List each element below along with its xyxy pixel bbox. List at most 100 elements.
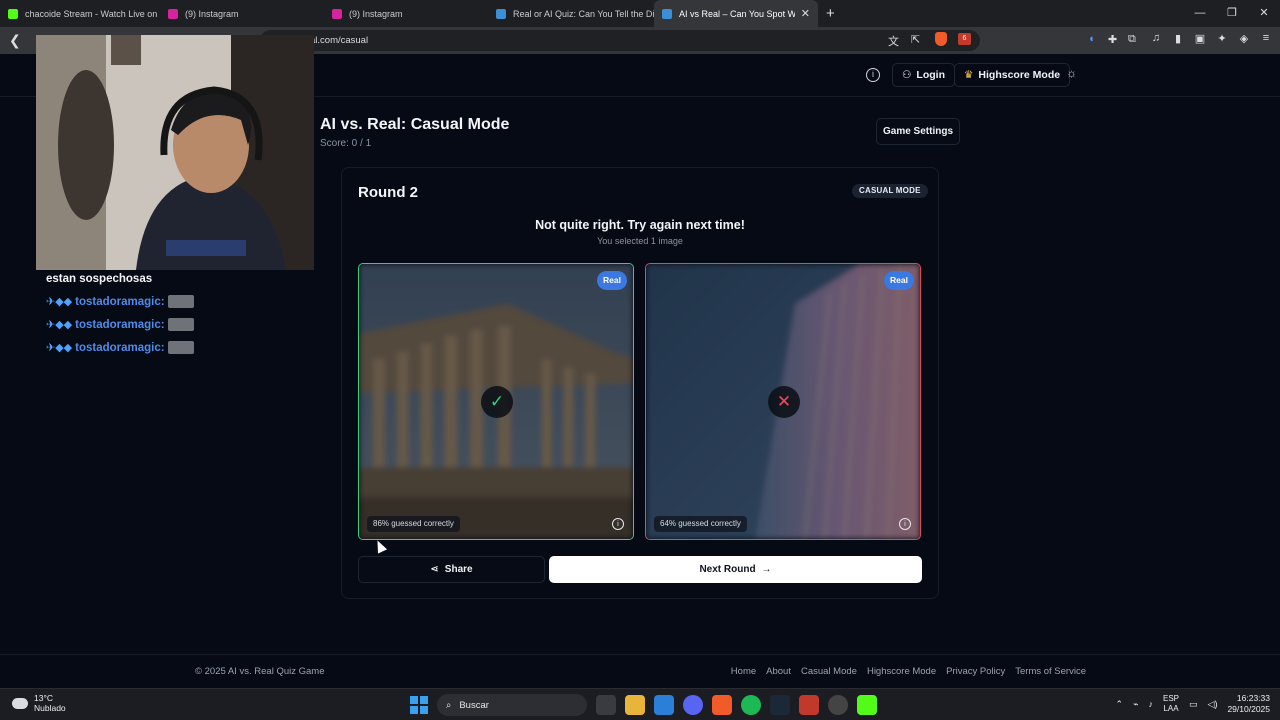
copyright: © 2025 AI vs. Real Quiz Game [195, 666, 325, 677]
round-title: Round 2 [358, 184, 418, 201]
chat-username: tostadoramagic: [75, 295, 165, 308]
chat-username: tostadoramagic: [75, 341, 165, 354]
footer-link-about[interactable]: About [766, 666, 791, 677]
close-window-icon[interactable]: ✕ [1248, 0, 1280, 27]
system-tray: ⌃ ⌁ ♪ ESP LAA ▭ ◁) 16:23:33 29/10/2025 [1116, 693, 1270, 715]
chat-emote-icon [167, 295, 194, 308]
browser-tab[interactable]: Real or AI Quiz: Can You Tell the Diffe [488, 0, 654, 27]
share-page-icon[interactable]: ⇱ [911, 33, 920, 46]
chat-message: ✈◆◆ tostadoramagic: [46, 336, 194, 359]
volume-icon[interactable]: ◁) [1208, 699, 1218, 710]
info-icon[interactable]: i [866, 68, 880, 82]
brave-icon[interactable] [712, 695, 732, 715]
steam-icon[interactable] [770, 695, 790, 715]
footer-link-home[interactable]: Home [731, 666, 756, 677]
mic-icon[interactable]: ♪ [1149, 699, 1154, 709]
chat-text: estan sospechosas [46, 272, 153, 285]
guessed-percentage: 86% guessed correctly [367, 516, 460, 532]
footer-link-terms-of-service[interactable]: Terms of Service [1015, 666, 1086, 677]
restore-icon[interactable]: ❐ [1216, 0, 1248, 27]
browser-tab-strip: chacoide Stream - Watch Live on (9) Inst… [0, 0, 1280, 27]
minimize-icon[interactable]: — [1184, 0, 1216, 27]
kick-icon[interactable] [857, 695, 877, 715]
site-footer: © 2025 AI vs. Real Quiz Game Home About … [0, 654, 1280, 688]
tab-title: chacoide Stream - Watch Live on [25, 8, 158, 19]
lang-bottom: LAA [1163, 704, 1179, 713]
task-view-icon[interactable] [596, 695, 616, 715]
game-settings-button[interactable]: Game Settings [876, 118, 960, 145]
cloud-icon [12, 697, 28, 709]
next-round-button[interactable]: Next Round → [549, 556, 922, 583]
network-icon[interactable]: ⌁ [1133, 699, 1138, 710]
score: Score: 0 / 1 [320, 138, 372, 149]
taskbar-search[interactable]: ⌕ Buscar [437, 694, 587, 716]
share-button[interactable]: ⋖ Share [358, 556, 545, 583]
browser-tab[interactable]: (9) Instagram [324, 0, 488, 27]
reader-mode-icon[interactable]: ◖ [1088, 33, 1095, 45]
browser-tab[interactable]: chacoide Stream - Watch Live on [0, 0, 160, 27]
discord-icon[interactable] [683, 695, 703, 715]
language-indicator[interactable]: ESP LAA [1163, 694, 1179, 714]
windows-start-icon[interactable] [410, 696, 428, 714]
page-title: AI vs. Real: Casual Mode [320, 116, 510, 133]
translate-icon[interactable]: 文 [888, 33, 899, 49]
login-button[interactable]: ⚇ Login [892, 63, 955, 87]
screenshot-icon[interactable]: ⧉ [1128, 33, 1136, 46]
lang-top: ESP [1163, 694, 1180, 703]
back-icon[interactable]: ❮ [9, 32, 21, 49]
obs-icon[interactable] [828, 695, 848, 715]
weather-condition: Nublado [34, 703, 66, 713]
real-badge: Real [597, 271, 627, 290]
result-message: Not quite right. Try again next time! [535, 218, 745, 232]
url-text: al.com/casual [310, 35, 369, 46]
clock[interactable]: 16:23:33 29/10/2025 [1227, 693, 1270, 715]
wallet-icon[interactable]: ▣ [1194, 32, 1206, 45]
browser-toolbar-icons: ♫ ▮ ▣ ✦ ◈ ≡ [1150, 32, 1272, 45]
footer-link-highscore-mode[interactable]: Highscore Mode [867, 666, 936, 677]
file-explorer-icon[interactable] [625, 695, 645, 715]
image-info-icon[interactable]: i [899, 518, 911, 530]
share-label: Share [444, 564, 473, 575]
chat-message: ✈◆◆ tostadoramagic: [46, 313, 194, 336]
guessed-percentage: 64% guessed correctly [654, 516, 747, 532]
leo-ai-icon[interactable]: ✦ [1216, 32, 1228, 45]
chat-badges-icon: ✈◆◆ [46, 319, 73, 331]
url-field[interactable]: al.com/casual [260, 30, 980, 51]
footer-link-casual-mode[interactable]: Casual Mode [801, 666, 857, 677]
extensions-icon[interactable]: ✚ [1108, 33, 1117, 46]
vpn-icon[interactable]: ◈ [1238, 32, 1250, 45]
menu-icon[interactable]: ≡ [1260, 32, 1272, 45]
highscore-label: Highscore Mode [978, 69, 1061, 81]
theme-toggle-icon[interactable]: ☼ [1066, 66, 1077, 80]
login-label: Login [916, 69, 945, 81]
weather-widget[interactable]: 13°C Nublado [12, 693, 66, 713]
check-icon: ✓ [481, 386, 513, 418]
chevron-up-icon[interactable]: ⌃ [1116, 699, 1124, 710]
browser-tab[interactable]: (9) Instagram [160, 0, 324, 27]
image-option-left[interactable]: Real ✓ 86% guessed correctly i [358, 263, 634, 540]
new-tab-icon[interactable]: + [826, 5, 835, 22]
stream-app-icon[interactable] [799, 695, 819, 715]
tab-title: (9) Instagram [185, 8, 239, 19]
sidebar-icon[interactable]: ▮ [1172, 32, 1184, 45]
quiz-favicon-icon [496, 8, 506, 19]
bing-icon[interactable] [654, 695, 674, 715]
browser-tab-active[interactable]: AI vs Real – Can You Spot What's ✕ [654, 0, 818, 27]
media-icon[interactable]: ♫ [1150, 32, 1162, 45]
close-tab-icon[interactable]: ✕ [795, 7, 810, 20]
footer-link-privacy-policy[interactable]: Privacy Policy [946, 666, 1005, 677]
chat-message: ✈◆◆ tostadoramagic: [46, 290, 194, 313]
highscore-mode-button[interactable]: ♛ Highscore Mode [954, 63, 1071, 87]
rewards-badge[interactable]: 6 [958, 33, 971, 45]
image-option-right[interactable]: Real ✕ 64% guessed correctly i [645, 263, 921, 540]
image-info-icon[interactable]: i [612, 518, 624, 530]
date: 29/10/2025 [1227, 704, 1270, 714]
display-icon[interactable]: ▭ [1189, 699, 1198, 710]
footer-links: Home About Casual Mode Highscore Mode Pr… [731, 666, 1086, 677]
chat-badges-icon: ✈◆◆ [46, 296, 73, 308]
spotify-icon[interactable] [741, 695, 761, 715]
share-icon: ⋖ [430, 564, 439, 575]
brave-shield-icon[interactable] [935, 32, 947, 46]
quiz-favicon-icon [662, 8, 672, 19]
chat-badges-icon: ✈◆◆ [46, 342, 73, 354]
